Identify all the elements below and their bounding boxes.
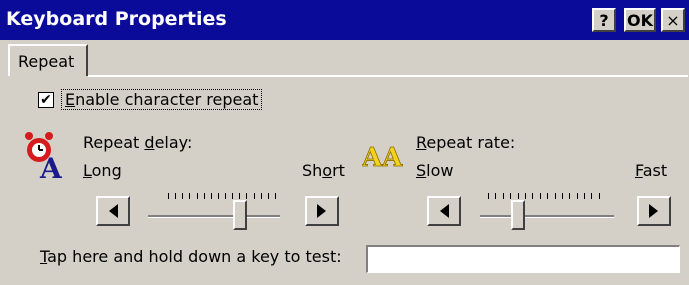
- tab-divider: [88, 75, 688, 77]
- delay-decrease-button[interactable]: [96, 196, 130, 226]
- enable-repeat-label[interactable]: Enable character repeat: [61, 89, 263, 110]
- rate-slider-ticks: [488, 193, 600, 199]
- rate-increase-button[interactable]: [637, 196, 671, 226]
- repeat-rate-label: Repeat rate:: [416, 133, 515, 152]
- arrow-right-icon: [317, 204, 326, 218]
- rate-slow-label: Slow: [416, 161, 453, 180]
- aa-letters-icon: AA: [362, 143, 404, 172]
- repeat-delay-label-accesskey: d: [144, 133, 155, 152]
- rate-fast-text: ast: [642, 161, 668, 180]
- arrow-left-icon: [109, 204, 118, 218]
- keyboard-properties-window: Keyboard Properties ? OK × Repeat ✔ Enab…: [0, 0, 689, 285]
- test-field-label: Tap here and hold down a key to test:: [40, 247, 342, 266]
- delay-slider-track[interactable]: [148, 215, 280, 218]
- ok-button[interactable]: OK: [624, 8, 656, 32]
- test-field-label-text: ap here and hold down a key to test:: [47, 247, 342, 266]
- rate-fast-accesskey: F: [635, 161, 643, 180]
- delay-long-accesskey: L: [83, 161, 92, 180]
- repeat-delay-label-pre: Repeat: [83, 133, 145, 152]
- delay-long-text: ong: [91, 161, 122, 180]
- rate-decrease-button[interactable]: [427, 196, 461, 226]
- delay-short-post: rt: [332, 161, 345, 180]
- enable-repeat-label-text: nable character repeat: [75, 90, 259, 109]
- arrow-right-icon: [649, 204, 658, 218]
- rate-slider-thumb[interactable]: [511, 200, 526, 230]
- tab-repeat[interactable]: Repeat: [8, 44, 88, 76]
- delay-short-label: Short: [302, 161, 345, 180]
- title-bar: Keyboard Properties ? OK ×: [0, 0, 689, 40]
- delay-icon-letter: A: [39, 152, 63, 180]
- tab-repeat-label: Repeat: [18, 52, 75, 71]
- arrow-left-icon: [440, 204, 449, 218]
- delay-short-pre: Sh: [302, 161, 323, 180]
- repeat-delay-label-post: elay:: [154, 133, 193, 152]
- repeat-rate-label-post: epeat rate:: [426, 133, 516, 152]
- rate-slow-accesskey: S: [416, 161, 427, 180]
- help-button[interactable]: ?: [592, 8, 616, 32]
- delay-short-accesskey: o: [322, 161, 333, 180]
- rate-icon-letters: AA: [362, 143, 403, 172]
- close-button[interactable]: ×: [661, 8, 685, 32]
- repeat-delay-label: Repeat delay:: [83, 133, 192, 152]
- test-input[interactable]: [366, 245, 680, 273]
- delay-long-label: Long: [83, 161, 122, 180]
- delay-increase-button[interactable]: [305, 196, 339, 226]
- window-title: Keyboard Properties: [6, 8, 227, 30]
- enable-repeat-label-accesskey: E: [65, 90, 76, 109]
- rate-fast-label: Fast: [635, 161, 667, 180]
- repeat-rate-label-accesskey: R: [416, 133, 427, 152]
- alarm-clock-icon: A: [25, 132, 63, 180]
- rate-slider-track[interactable]: [480, 215, 614, 218]
- rate-slow-text: low: [426, 161, 454, 180]
- delay-slider-thumb[interactable]: [232, 200, 247, 230]
- enable-repeat-checkbox[interactable]: ✔: [38, 92, 54, 108]
- delay-slider-ticks: [168, 193, 276, 199]
